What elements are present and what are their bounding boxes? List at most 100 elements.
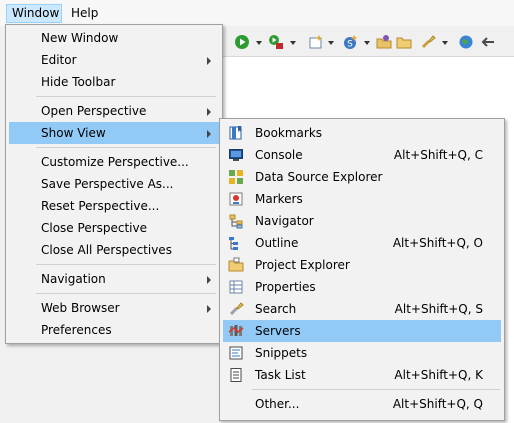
close-perspective-label: Close Perspective: [41, 221, 148, 235]
menu-bar: Window Help: [0, 0, 514, 26]
snippets-icon: [229, 346, 243, 360]
menu-item-customize-perspective[interactable]: Customize Perspective...: [9, 151, 219, 173]
view-label: Console: [255, 148, 303, 162]
search-icon: [229, 302, 244, 316]
run-server-icon[interactable]: [268, 34, 284, 50]
menu-item-close-perspective[interactable]: Close Perspective: [9, 217, 219, 239]
submenu-arrow-icon: [207, 108, 211, 116]
menu-item-save-perspective-as[interactable]: Save Perspective As...: [9, 173, 219, 195]
view-label: Bookmarks: [255, 126, 323, 140]
menu-help[interactable]: Help: [66, 4, 103, 23]
menu-item-close-all-perspectives[interactable]: Close All Perspectives: [9, 239, 219, 261]
back-icon[interactable]: [480, 34, 496, 50]
view-label: Outline: [255, 236, 299, 250]
globe-icon[interactable]: [458, 34, 474, 50]
reset-perspective-label: Reset Perspective...: [41, 199, 160, 213]
menu-item-navigation[interactable]: Navigation: [9, 268, 219, 290]
view-item-outline[interactable]: Outline Alt+Shift+Q, O: [223, 232, 501, 254]
view-item-search[interactable]: Search Alt+Shift+Q, S: [223, 298, 501, 320]
close-all-perspectives-label: Close All Perspectives: [41, 243, 172, 257]
submenu-arrow-icon: [207, 276, 211, 284]
task-list-icon: [230, 368, 242, 382]
view-item-project-explorer[interactable]: Project Explorer: [223, 254, 501, 276]
menu-item-new-window[interactable]: New Window: [9, 27, 219, 49]
menu-separator: [36, 147, 216, 148]
view-item-other[interactable]: Other... Alt+Shift+Q, Q: [223, 393, 501, 415]
console-icon: [229, 149, 243, 161]
navigation-label: Navigation: [41, 272, 106, 286]
other-shortcut: Alt+Shift+Q, Q: [392, 397, 483, 411]
open-perspective-label: Open Perspective: [41, 104, 147, 118]
svg-text:S: S: [347, 40, 353, 50]
menu-item-show-view[interactable]: Show View: [9, 122, 219, 144]
new-class-icon[interactable]: S: [342, 34, 358, 50]
view-item-snippets[interactable]: Snippets: [223, 342, 501, 364]
bookmarks-icon: [229, 126, 242, 140]
view-item-properties[interactable]: Properties: [223, 276, 501, 298]
show-view-label: Show View: [41, 126, 106, 140]
menu-separator: [36, 96, 216, 97]
window-menu: New Window Editor Hide Toolbar Open Pers…: [5, 24, 223, 344]
open-folder-icon[interactable]: [396, 34, 412, 50]
view-item-markers[interactable]: Markers: [223, 188, 501, 210]
menu-item-preferences[interactable]: Preferences: [9, 319, 219, 341]
search-tool-icon[interactable]: [420, 34, 436, 50]
view-item-console[interactable]: Console Alt+Shift+Q, C: [223, 144, 501, 166]
view-shortcut: Alt+Shift+Q, S: [394, 302, 483, 316]
view-label: Data Source Explorer: [255, 170, 383, 184]
submenu-arrow-icon: [207, 130, 211, 138]
new-window-label: New Window: [41, 31, 119, 45]
view-label: Servers: [255, 324, 301, 338]
submenu-arrow-icon: [207, 305, 211, 313]
editor-label: Editor: [41, 53, 77, 67]
menu-separator: [36, 264, 216, 265]
other-label: Other...: [255, 397, 300, 411]
view-label: Snippets: [255, 346, 308, 360]
new-class-dropdown-icon[interactable]: [364, 41, 370, 45]
view-item-navigator[interactable]: Navigator: [223, 210, 501, 232]
view-shortcut: Alt+Shift+Q, O: [392, 236, 483, 250]
view-label: Properties: [255, 280, 316, 294]
submenu-arrow-icon: [207, 57, 211, 65]
customize-perspective-label: Customize Perspective...: [41, 155, 189, 169]
view-label: Task List: [255, 368, 306, 382]
web-browser-label: Web Browser: [41, 301, 120, 315]
menu-item-reset-perspective[interactable]: Reset Perspective...: [9, 195, 219, 217]
view-item-data-source-explorer[interactable]: Data Source Explorer: [223, 166, 501, 188]
project-explorer-icon: [228, 257, 244, 272]
outline-icon: [229, 237, 238, 250]
preferences-label: Preferences: [41, 323, 112, 337]
save-perspective-as-label: Save Perspective As...: [41, 177, 174, 191]
view-label: Markers: [255, 192, 303, 206]
view-label: Project Explorer: [255, 258, 350, 272]
view-item-servers[interactable]: Servers: [223, 320, 501, 342]
menu-item-web-browser[interactable]: Web Browser: [9, 297, 219, 319]
menu-separator: [252, 389, 500, 390]
view-item-bookmarks[interactable]: Bookmarks: [223, 122, 501, 144]
run-icon[interactable]: [234, 34, 250, 50]
view-label: Search: [255, 302, 297, 316]
menu-window[interactable]: Window: [6, 4, 62, 23]
main-toolbar: S: [222, 28, 514, 57]
data-source-explorer-icon: [229, 170, 243, 184]
view-label: Navigator: [255, 214, 314, 228]
view-shortcut: Alt+Shift+Q, C: [393, 148, 483, 162]
menu-separator: [36, 293, 216, 294]
search-tool-dropdown-icon[interactable]: [442, 41, 448, 45]
show-view-submenu: Bookmarks Console Alt+Shift+Q, C Data So…: [219, 118, 505, 421]
new-item-icon[interactable]: [308, 34, 324, 50]
menu-item-editor[interactable]: Editor: [9, 49, 219, 71]
open-type-icon[interactable]: [376, 34, 392, 50]
markers-icon: [229, 192, 243, 206]
hide-toolbar-label: Hide Toolbar: [41, 75, 116, 89]
menu-item-hide-toolbar[interactable]: Hide Toolbar: [9, 71, 219, 93]
run-server-dropdown-icon[interactable]: [290, 41, 296, 45]
view-item-task-list[interactable]: Task List Alt+Shift+Q, K: [223, 364, 501, 386]
run-dropdown-icon[interactable]: [256, 41, 262, 45]
new-item-dropdown-icon[interactable]: [328, 41, 334, 45]
navigator-icon: [229, 214, 243, 229]
servers-icon: [228, 325, 244, 336]
menu-item-open-perspective[interactable]: Open Perspective: [9, 100, 219, 122]
properties-icon: [229, 280, 243, 294]
view-shortcut: Alt+Shift+Q, K: [394, 368, 483, 382]
